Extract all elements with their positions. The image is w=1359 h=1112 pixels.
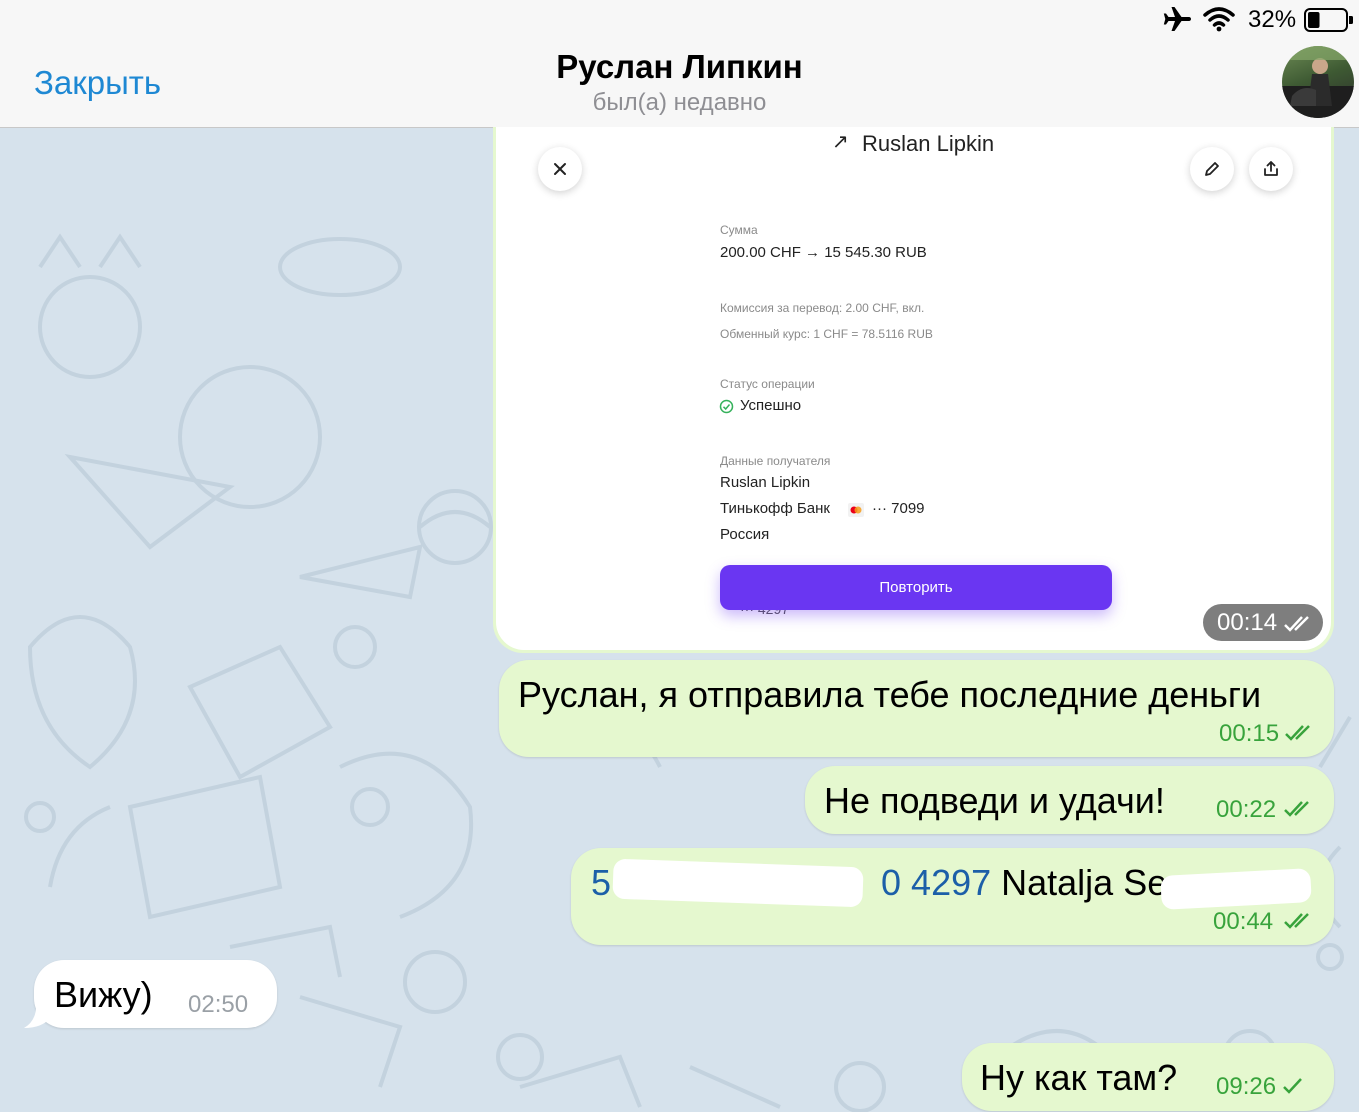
contact-name: Руслан Липкин <box>556 48 803 85</box>
card-number-link-start[interactable]: 5 <box>591 862 611 903</box>
message-text: Вижу) <box>54 974 153 1015</box>
message-bubble-outgoing[interactable]: Не подведи и удачи! 00:22 <box>805 766 1334 834</box>
battery-icon <box>1304 8 1354 37</box>
bank-name: Тинькофф Банк <box>720 500 830 517</box>
card-suffix: ··· 7099 <box>872 500 925 517</box>
message-bubble-outgoing[interactable]: 5 0 4297 Natalja Se 00:44 <box>571 848 1334 945</box>
status-label: Статус операции <box>720 377 815 391</box>
message-time: 00:15 <box>1219 720 1280 747</box>
redaction-mark <box>1160 868 1312 910</box>
message-time: 09:26 <box>1216 1073 1277 1100</box>
transfer-arrow-icon: ↗ <box>832 131 849 153</box>
recipient-name: Ruslan Lipkin <box>720 474 811 491</box>
message-time: 00:44 <box>1213 908 1274 935</box>
message-text: Не подведи и удачи! <box>824 780 1165 821</box>
receipt-close-icon <box>538 147 582 191</box>
recipient-data-label: Данные получателя <box>720 454 831 468</box>
fee-line: Комиссия за перевод: 2.00 CHF, вкл. <box>720 301 925 315</box>
message-text: Ну как там? <box>980 1057 1178 1098</box>
message-time: 02:50 <box>188 991 249 1018</box>
amount-label: Сумма <box>720 223 758 237</box>
receipt-share-icon <box>1249 147 1293 191</box>
wifi-icon <box>1203 6 1235 37</box>
repeat-transfer-button: Повторить <box>720 565 1112 610</box>
success-check-icon <box>719 399 734 419</box>
recipient-country: Россия <box>720 526 770 543</box>
receipt-edit-icon <box>1190 147 1234 191</box>
message-time: 00:14 <box>1217 609 1278 636</box>
incoming-bubble-tail <box>24 1000 50 1028</box>
double-check-icon <box>1284 801 1309 817</box>
message-bubble-outgoing[interactable]: Руслан, я отправила тебе последние деньг… <box>499 660 1334 757</box>
airplane-mode-icon <box>1163 6 1193 37</box>
transfer-receipt-image[interactable]: ↗ Ruslan Lipkin Сумма 200.00 CHF → 15 54… <box>496 127 1331 650</box>
amount-value: 200.00 CHF → 15 545.30 RUB <box>720 244 927 261</box>
message-text: Руслан, я отправила тебе последние деньг… <box>518 674 1262 715</box>
image-message[interactable]: ↗ Ruslan Lipkin Сумма 200.00 CHF → 15 54… <box>493 127 1334 653</box>
double-check-icon <box>1284 913 1309 929</box>
message-bubble-incoming[interactable]: Вижу) 02:50 <box>34 960 277 1028</box>
message-bubble-outgoing[interactable]: Ну как там? 09:26 <box>962 1043 1334 1111</box>
single-check-icon <box>1283 1078 1302 1094</box>
chat-header: Закрыть Руслан Липкин был(а) недавно <box>0 40 1359 128</box>
image-message-time-pill: 00:14 <box>1203 604 1323 641</box>
card-number-link-end[interactable]: 0 4297 <box>881 862 991 903</box>
contact-last-seen: был(а) недавно <box>592 89 767 116</box>
status-bar: 32% <box>0 0 1359 40</box>
avatar[interactable] <box>1282 46 1354 118</box>
recipient-name-text: Natalja Se <box>991 862 1168 903</box>
double-check-icon <box>1284 616 1309 632</box>
exchange-rate-line: Обменный курс: 1 CHF = 78.5116 RUB <box>720 327 933 341</box>
bank-card-logo-icon <box>848 503 864 522</box>
status-value: Успешно <box>740 397 802 414</box>
message-time: 00:22 <box>1216 796 1277 823</box>
double-check-icon <box>1285 725 1310 741</box>
battery-percentage: 32% <box>1248 6 1297 33</box>
receipt-recipient-title: Ruslan Lipkin <box>862 131 995 156</box>
